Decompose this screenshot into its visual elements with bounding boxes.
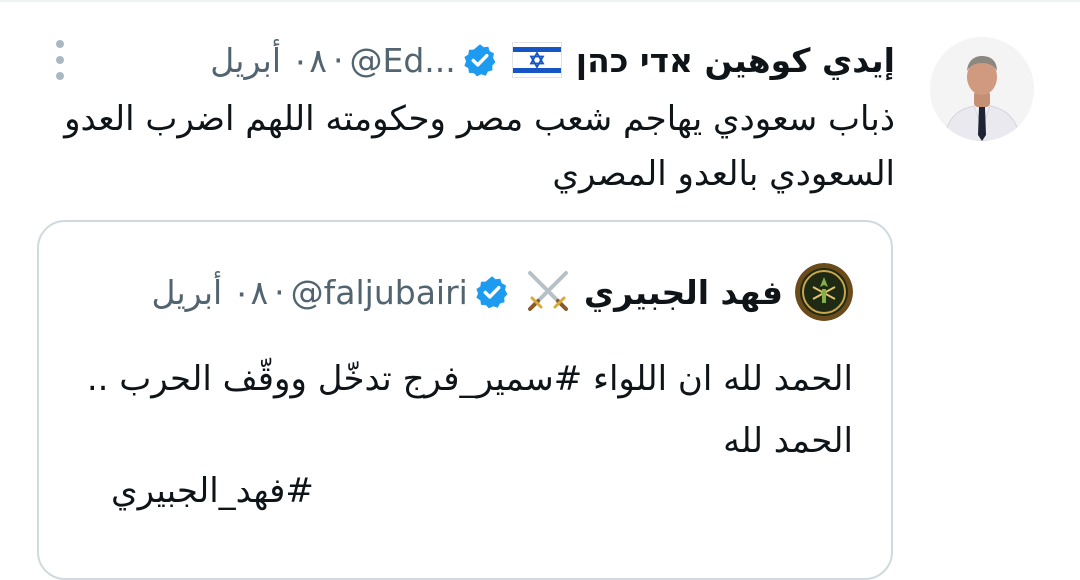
quoted-hashtag-line[interactable]: #فهد_الجبيري xyxy=(111,466,314,516)
quoted-author-handle[interactable]: @faljubairi xyxy=(291,273,468,312)
quoted-tweet-text: الحمد لله ان اللواء #سمير_فرج تدخّل ووقّ… xyxy=(86,359,853,461)
author-display-name[interactable]: إيدي كوهين אדי כהן xyxy=(576,41,895,80)
more-options-icon[interactable] xyxy=(48,36,72,84)
top-divider xyxy=(0,0,1080,2)
crossed-swords-icon xyxy=(522,269,574,315)
quoted-tweet-card[interactable]: فهد الجبيري @faljubairi · ٠٨ أبريل الحمد… xyxy=(37,220,893,580)
israel-flag-icon xyxy=(511,42,562,78)
meta-separator: · xyxy=(332,40,344,80)
verified-badge-icon[interactable] xyxy=(462,42,498,78)
tweet-text: ذباب سعودي يهاجم شعب مصر وحكومته اللهم ا… xyxy=(64,99,895,194)
tweet-header: إيدي كوهين אדי כהן @Ed... · ٠٨ أبريل xyxy=(210,32,895,88)
quoted-author-avatar[interactable] xyxy=(795,263,853,321)
quoted-meta-separator: · xyxy=(274,272,285,312)
quoted-verified-badge-icon[interactable] xyxy=(474,274,510,310)
tweet-date[interactable]: ٠٨ أبريل xyxy=(210,41,327,80)
quoted-tweet-date[interactable]: ٠٨ أبريل xyxy=(151,273,268,312)
quoted-tweet-header: فهد الجبيري @faljubairi · ٠٨ أبريل xyxy=(151,262,853,322)
author-avatar[interactable] xyxy=(930,37,1034,141)
quoted-author-display-name[interactable]: فهد الجبيري xyxy=(584,273,783,312)
author-handle[interactable]: @Ed... xyxy=(349,41,455,80)
